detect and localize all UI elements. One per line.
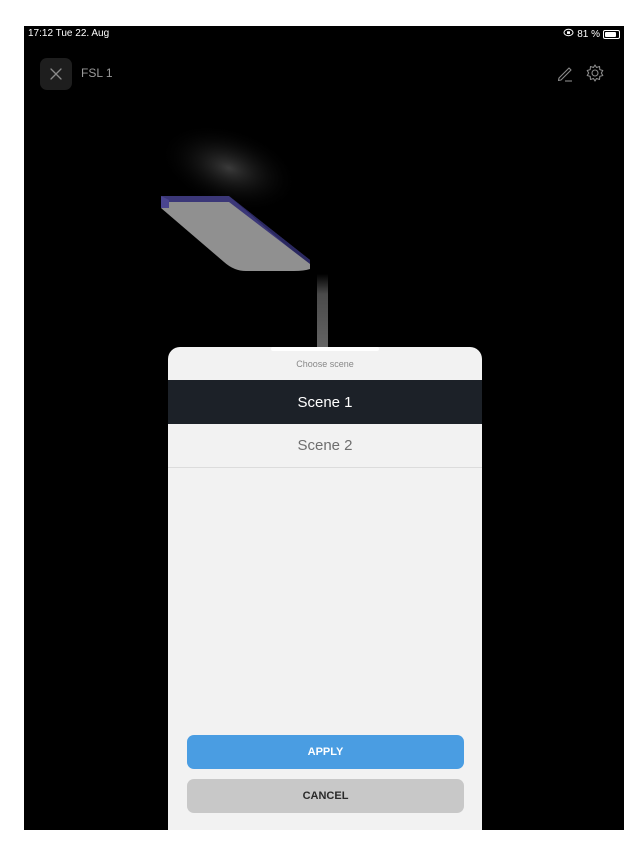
page: 17:12 Tue 22. Aug 81 % FSL 1 Choose scen…: [0, 0, 625, 857]
cancel-button[interactable]: CANCEL: [187, 779, 464, 813]
scene-label: Scene 2: [297, 437, 353, 454]
lamp-3d-view[interactable]: [24, 26, 624, 356]
lamp-pole: [317, 274, 328, 354]
app-screen: 17:12 Tue 22. Aug 81 % FSL 1 Choose scen…: [24, 26, 624, 830]
sheet-grabber[interactable]: [271, 347, 379, 351]
scene-list: Scene 1 Scene 2: [168, 380, 482, 468]
sheet-title: Choose scene: [296, 359, 354, 369]
apply-button[interactable]: APPLY: [187, 735, 464, 769]
scene-option-2[interactable]: Scene 2: [168, 424, 482, 468]
choose-scene-sheet: Choose scene Scene 1 Scene 2 APPLY CANCE…: [168, 347, 482, 830]
scene-option-1[interactable]: Scene 1: [168, 380, 482, 424]
lamp-head-body: [161, 202, 310, 271]
scene-label: Scene 1: [297, 393, 353, 411]
